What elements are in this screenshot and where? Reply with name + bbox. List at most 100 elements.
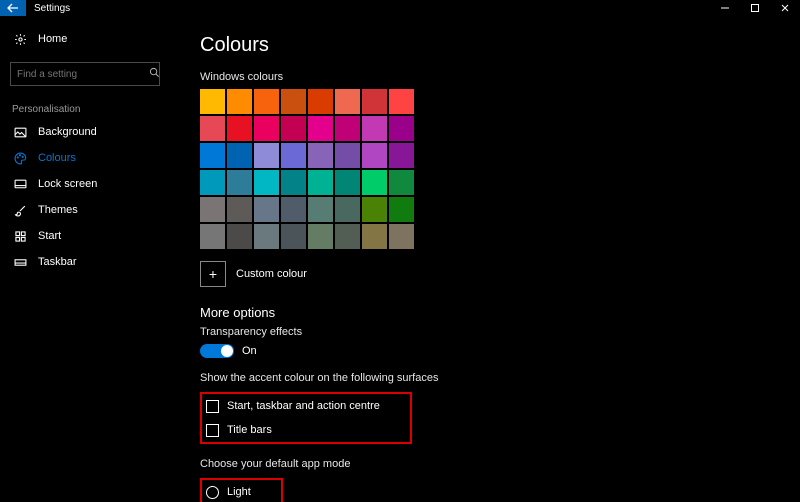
radio-light[interactable]: Light (206, 482, 251, 502)
colour-swatch[interactable] (227, 89, 252, 114)
colour-swatch[interactable] (308, 143, 333, 168)
colour-swatch[interactable] (335, 89, 360, 114)
colour-swatch[interactable] (335, 116, 360, 141)
colour-swatch[interactable] (389, 89, 414, 114)
title-bar: Settings (0, 0, 800, 16)
colour-swatch[interactable] (254, 224, 279, 249)
colour-swatch[interactable] (362, 197, 387, 222)
colour-swatch[interactable] (308, 89, 333, 114)
transparency-state: On (242, 345, 257, 357)
start-icon (12, 231, 28, 242)
colour-swatch[interactable] (281, 170, 306, 195)
colour-swatch[interactable] (308, 170, 333, 195)
accent-surfaces-label: Show the accent colour on the following … (200, 372, 800, 384)
colour-swatch[interactable] (389, 116, 414, 141)
colour-swatch[interactable] (281, 197, 306, 222)
minimize-icon (720, 3, 730, 13)
colour-swatch[interactable] (281, 89, 306, 114)
sidebar-item-label: Themes (38, 204, 78, 216)
colour-swatch[interactable] (308, 116, 333, 141)
window-controls (710, 0, 800, 16)
colour-swatch[interactable] (389, 197, 414, 222)
section-label: Personalisation (0, 96, 170, 119)
colour-swatch[interactable] (281, 224, 306, 249)
custom-colour-label: Custom colour (236, 268, 307, 280)
colour-swatch[interactable] (389, 224, 414, 249)
colour-swatch[interactable] (227, 116, 252, 141)
colour-swatch[interactable] (389, 170, 414, 195)
colour-swatch[interactable] (335, 224, 360, 249)
maximize-icon (750, 3, 760, 13)
sidebar-item-lock-screen[interactable]: Lock screen (0, 171, 170, 197)
search-box[interactable] (10, 62, 160, 86)
colour-swatch[interactable] (254, 197, 279, 222)
colour-swatch[interactable] (254, 89, 279, 114)
colour-swatch[interactable] (362, 116, 387, 141)
colour-swatch[interactable] (254, 170, 279, 195)
search-input[interactable] (17, 69, 149, 80)
sidebar: Home Personalisation Background Colours … (0, 16, 170, 502)
gear-icon (12, 33, 28, 46)
plus-icon: + (209, 266, 217, 282)
sidebar-item-themes[interactable]: Themes (0, 197, 170, 223)
colour-swatch[interactable] (281, 143, 306, 168)
colour-swatch[interactable] (335, 170, 360, 195)
colour-swatch[interactable] (362, 170, 387, 195)
sidebar-item-start[interactable]: Start (0, 223, 170, 249)
colour-swatch[interactable] (200, 224, 225, 249)
colour-swatch[interactable] (254, 116, 279, 141)
colour-swatch[interactable] (200, 197, 225, 222)
colour-swatch[interactable] (389, 143, 414, 168)
close-button[interactable] (770, 0, 800, 16)
colour-swatch[interactable] (362, 89, 387, 114)
colour-swatch[interactable] (362, 143, 387, 168)
sidebar-item-colours[interactable]: Colours (0, 145, 170, 171)
close-icon (780, 3, 790, 13)
checkbox-label: Start, taskbar and action centre (227, 400, 380, 412)
palette-icon (12, 152, 28, 165)
maximize-button[interactable] (740, 0, 770, 16)
home-label: Home (38, 33, 67, 45)
sidebar-item-taskbar[interactable]: Taskbar (0, 249, 170, 275)
window-title: Settings (34, 3, 70, 14)
sidebar-item-label: Background (38, 126, 97, 138)
sidebar-item-label: Colours (38, 152, 76, 164)
checkbox-title-bars[interactable]: Title bars (206, 420, 380, 440)
minimize-button[interactable] (710, 0, 740, 16)
custom-colour-button[interactable]: + (200, 261, 226, 287)
sidebar-item-label: Taskbar (38, 256, 77, 268)
colour-swatch[interactable] (308, 224, 333, 249)
swatch-grid (200, 89, 800, 249)
radio-label: Light (227, 486, 251, 498)
sidebar-item-background[interactable]: Background (0, 119, 170, 145)
colour-swatch[interactable] (200, 170, 225, 195)
checkbox-label: Title bars (227, 424, 272, 436)
home-button[interactable]: Home (0, 26, 170, 52)
colour-swatch[interactable] (254, 143, 279, 168)
checkbox-icon (206, 400, 219, 413)
colour-swatch[interactable] (281, 116, 306, 141)
colour-swatch[interactable] (200, 89, 225, 114)
search-icon (149, 67, 160, 81)
colour-swatch[interactable] (335, 143, 360, 168)
colour-swatch[interactable] (227, 224, 252, 249)
colour-swatch[interactable] (362, 224, 387, 249)
colour-swatch[interactable] (335, 197, 360, 222)
brush-icon (12, 204, 28, 217)
colour-swatch[interactable] (308, 197, 333, 222)
accent-surfaces-group: Start, taskbar and action centre Title b… (200, 392, 412, 444)
radio-icon (206, 486, 219, 499)
colour-swatch[interactable] (227, 143, 252, 168)
colour-swatch[interactable] (200, 116, 225, 141)
colour-swatch[interactable] (200, 143, 225, 168)
lock-screen-icon (12, 179, 28, 190)
colour-swatch[interactable] (227, 197, 252, 222)
back-button[interactable] (0, 0, 26, 16)
page-title: Colours (200, 34, 800, 57)
checkbox-start-taskbar[interactable]: Start, taskbar and action centre (206, 396, 380, 416)
back-arrow-icon (7, 3, 19, 13)
main-content: Colours Windows colours + Custom colour … (170, 16, 800, 502)
transparency-toggle[interactable] (200, 344, 234, 358)
taskbar-icon (12, 258, 28, 267)
colour-swatch[interactable] (227, 170, 252, 195)
